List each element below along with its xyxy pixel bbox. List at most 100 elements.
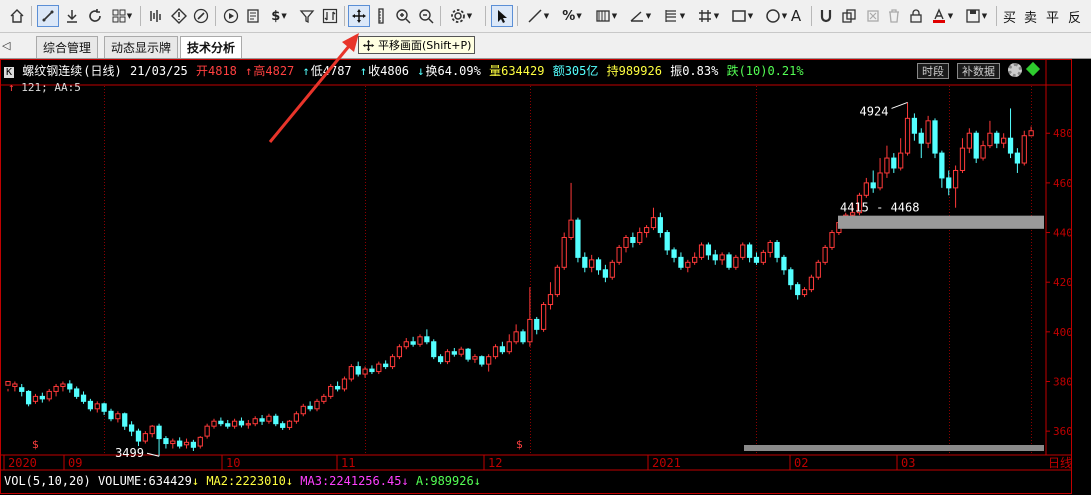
sell-button[interactable]: 卖	[1024, 7, 1037, 26]
candle-body	[32, 395, 39, 402]
candle-body	[795, 284, 801, 296]
save-dropdown[interactable]: ▼	[961, 5, 991, 27]
candle-body	[424, 336, 430, 343]
angle-tool-dropdown[interactable]: ▼	[625, 5, 655, 27]
candlestick-chart[interactable]: 2020 09 10 11 12 2021 02 03 日线360038004000420044…	[0, 59, 1091, 495]
tab-technical-analysis[interactable]: 技术分析	[180, 36, 243, 58]
fibonacci-tool-dropdown[interactable]: ▼	[659, 5, 689, 27]
rectangle-tool-dropdown[interactable]: ▼	[727, 5, 757, 27]
down-arrow-icon: ↓	[473, 474, 481, 488]
layout-grid-icon[interactable]: ▼	[108, 5, 136, 27]
symbol-badge[interactable]: K	[4, 67, 15, 78]
reverse-position-button[interactable]: 反	[1068, 7, 1081, 26]
candle-body	[623, 237, 629, 248]
candle-body	[829, 232, 835, 248]
a-value: A:989926	[415, 474, 474, 488]
instrument-name: 螺纹钢连续	[22, 64, 83, 78]
magnet-icon[interactable]	[815, 5, 837, 27]
candle-body	[156, 425, 162, 440]
candle-body	[904, 117, 911, 154]
candle-body	[142, 433, 148, 442]
candle-body	[190, 441, 197, 448]
candle-body	[705, 244, 712, 256]
right-side-panel[interactable]	[1072, 60, 1091, 495]
candle-body	[746, 244, 753, 258]
diamond-alert-icon[interactable]	[168, 5, 190, 27]
candle-body	[252, 418, 258, 425]
candle-body	[540, 304, 547, 330]
candle-body	[334, 385, 341, 390]
candle-body	[431, 341, 437, 358]
download-icon[interactable]	[61, 5, 83, 27]
volume-indicator-bar: VOL(5,10,20) VOLUME:634429↓ MA2:2223010↓…	[4, 474, 481, 488]
candle-body	[369, 368, 375, 373]
candle-body	[307, 405, 313, 410]
lock-icon[interactable]	[905, 5, 927, 27]
trash-icon[interactable]	[883, 5, 905, 27]
bottom-range-band	[744, 445, 1044, 451]
copy-icon[interactable]	[838, 5, 860, 27]
edit-icon[interactable]	[190, 5, 212, 27]
indicator-bars-icon[interactable]	[145, 5, 167, 27]
candle-body	[760, 251, 766, 263]
home-icon[interactable]	[6, 5, 28, 27]
candle-body	[60, 383, 66, 387]
grid-tool-dropdown[interactable]: ▼	[693, 5, 723, 27]
candle-body	[135, 430, 142, 442]
candle-body	[788, 269, 794, 286]
price-range-band	[838, 215, 1044, 229]
candle-body	[595, 259, 602, 271]
percent-tool-dropdown[interactable]: % ▼	[557, 5, 587, 27]
candle-body	[980, 145, 986, 159]
pan-move-icon	[362, 39, 375, 51]
settings-icon[interactable]	[1008, 63, 1022, 77]
close-position-button[interactable]: 平	[1046, 7, 1059, 26]
channel-tool-dropdown[interactable]: ▼	[591, 5, 621, 27]
candle-body	[245, 423, 251, 426]
high-leader-line	[891, 101, 908, 109]
select-cursor-icon[interactable]	[491, 5, 513, 27]
supplement-data-button[interactable]: 补数据	[957, 63, 1000, 79]
text-tool-icon: A	[790, 7, 802, 25]
candle-body	[183, 441, 190, 446]
session-button[interactable]: 时段	[917, 63, 949, 79]
candle-body	[101, 403, 107, 412]
high-price-label: 4924	[860, 104, 889, 118]
play-icon[interactable]	[220, 5, 242, 27]
candle-body	[1014, 152, 1021, 164]
ruler-icon[interactable]	[370, 5, 392, 27]
draw-line-icon[interactable]	[37, 5, 59, 27]
refresh-icon[interactable]	[84, 5, 106, 27]
candle-body	[1021, 135, 1027, 164]
candle-body	[698, 244, 705, 258]
candle-body	[314, 400, 320, 410]
zoom-out-icon[interactable]	[415, 5, 437, 27]
tab-scroll-left-icon[interactable]: ◁	[2, 39, 10, 52]
candle-body	[204, 425, 210, 437]
tab-dynamic-quote-board[interactable]: 动态显示牌	[104, 36, 179, 58]
candle-body	[650, 217, 657, 229]
candle-body	[815, 261, 821, 278]
candle-body	[355, 366, 361, 375]
candle-body	[321, 395, 327, 402]
candle-body	[280, 423, 286, 428]
document-icon[interactable]	[242, 5, 264, 27]
text-tool-button[interactable]: A	[785, 5, 807, 27]
amount-value: 额305亿	[552, 64, 599, 78]
low-price-label: 3499	[115, 446, 144, 460]
settings-dropdown[interactable]: ▼	[446, 5, 476, 27]
tab-comprehensive-management[interactable]: 综合管理	[36, 36, 99, 58]
zoom-in-icon[interactable]	[392, 5, 414, 27]
candle-body	[506, 341, 512, 353]
buy-button[interactable]: 买	[1003, 7, 1016, 26]
font-color-dropdown[interactable]: ▼	[927, 5, 957, 27]
pan-tooltip: 平移画面(Shift+P)	[358, 36, 476, 54]
candle-body	[403, 341, 409, 348]
candle-body	[486, 356, 492, 365]
candle-body	[602, 269, 609, 278]
candle-body	[554, 266, 560, 296]
line-tool-dropdown[interactable]: ▼	[523, 5, 553, 27]
toolbar-separator	[996, 6, 997, 26]
delete-disabled-icon[interactable]	[862, 5, 884, 27]
candle-body	[238, 420, 245, 426]
